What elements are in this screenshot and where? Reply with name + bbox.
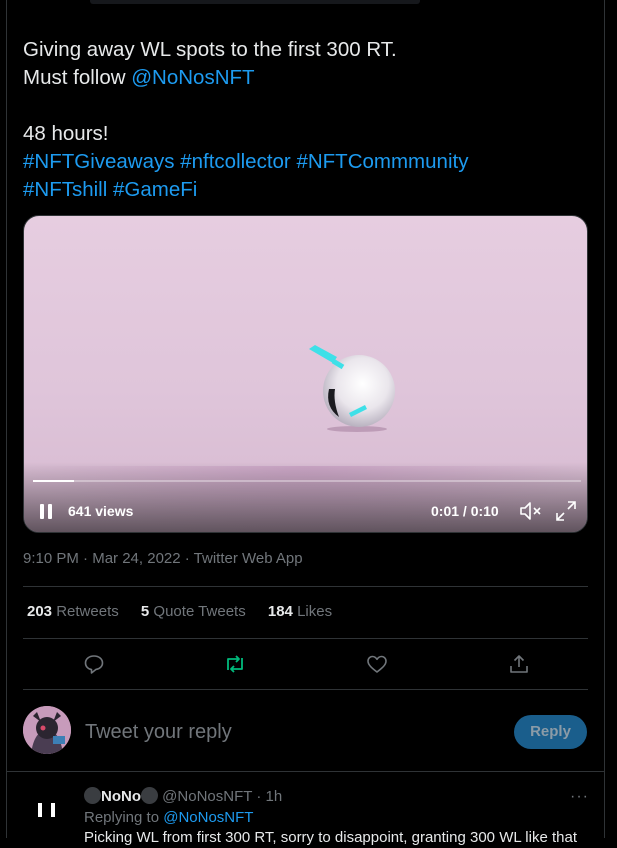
tweet-meta: 9:10 PM · Mar 24, 2022 · Twitter Web App bbox=[23, 550, 303, 567]
reply-button[interactable]: Reply bbox=[514, 715, 587, 749]
likes-stat[interactable]: 184 Likes bbox=[268, 603, 332, 620]
reply-text: Picking WL from first 300 RT, sorry to d… bbox=[84, 829, 577, 846]
tweet-line-1: Giving away WL spots to the first 300 RT… bbox=[23, 38, 397, 61]
reply-author: NoNo @NoNosNFT · 1h bbox=[84, 787, 282, 807]
video-time: 0:01 / 0:10 bbox=[431, 503, 499, 519]
likes-count: 184 bbox=[267, 603, 293, 620]
video-progress-fill bbox=[33, 480, 75, 482]
quotes-label: Quote Tweets bbox=[153, 603, 246, 620]
like-icon[interactable] bbox=[365, 652, 389, 676]
column-left-border bbox=[6, 0, 7, 838]
retweet-icon[interactable] bbox=[223, 652, 247, 676]
hashtag-link[interactable]: #GameFi bbox=[113, 178, 197, 201]
retweets-stat[interactable]: 203 Retweets bbox=[27, 603, 119, 620]
hashtag-link[interactable]: #NFTCommmunity bbox=[296, 150, 468, 173]
pause-icon[interactable] bbox=[38, 501, 54, 521]
column-right-border bbox=[604, 0, 605, 838]
tweet-time[interactable]: 9:10 PM bbox=[23, 550, 79, 567]
divider bbox=[23, 638, 588, 639]
avatar-image bbox=[23, 706, 71, 754]
replying-to: Replying to @NoNosNFT bbox=[84, 808, 253, 828]
reply-author-handle[interactable]: @NoNosNFT bbox=[162, 788, 252, 805]
video-progress-bar[interactable] bbox=[33, 480, 581, 482]
divider bbox=[23, 689, 588, 690]
replying-prefix: Replying to bbox=[84, 809, 164, 826]
tweet-source[interactable]: Twitter Web App bbox=[194, 550, 303, 567]
hashtag-link[interactable]: #nftcollector bbox=[180, 150, 291, 173]
reply-input[interactable]: Tweet your reply bbox=[85, 718, 485, 746]
video-views: 641 views bbox=[68, 503, 134, 519]
controls-shade bbox=[24, 462, 587, 532]
tweet-line-3: 48 hours! bbox=[23, 122, 109, 145]
quote-tweets-stat[interactable]: 5 Quote Tweets bbox=[141, 603, 246, 620]
video-player[interactable]: 641 views 0:01 / 0:10 bbox=[23, 215, 588, 533]
reply-icon[interactable] bbox=[82, 652, 106, 676]
tweet-text: Giving away WL spots to the first 300 RT… bbox=[23, 36, 583, 204]
circle-emoji-icon bbox=[84, 787, 101, 804]
reply-author-name[interactable]: NoNo bbox=[101, 788, 141, 805]
replying-mention[interactable]: @NoNosNFT bbox=[163, 809, 253, 826]
hashtag-link[interactable]: #NFTGiveaways bbox=[23, 150, 175, 173]
previous-content-edge bbox=[90, 0, 420, 4]
hashtag-row-1: #NFTGiveaways #nftcollector #NFTCommmuni… bbox=[23, 148, 583, 176]
more-icon[interactable]: ··· bbox=[570, 788, 589, 806]
likes-label: Likes bbox=[297, 603, 333, 620]
reply-age: · 1h bbox=[256, 788, 283, 805]
helmet-orb-image bbox=[309, 345, 395, 432]
circle-emoji-icon bbox=[141, 787, 158, 804]
retweets-label: Retweets bbox=[56, 603, 119, 620]
tweet-stats: 203 Retweets 5 Quote Tweets 184 Likes bbox=[27, 603, 350, 620]
tweet-follow-text: Must follow bbox=[23, 66, 132, 89]
share-icon[interactable] bbox=[507, 652, 531, 676]
retweets-count: 203 bbox=[27, 603, 53, 620]
divider bbox=[23, 586, 588, 587]
fullscreen-icon[interactable] bbox=[555, 500, 577, 522]
divider bbox=[6, 771, 605, 772]
hashtag-link[interactable]: #NFTshill bbox=[23, 178, 107, 201]
muted-speaker-icon[interactable] bbox=[519, 500, 543, 522]
avatar[interactable] bbox=[23, 706, 71, 754]
tweet-date[interactable]: Mar 24, 2022 bbox=[92, 550, 180, 567]
mention-link[interactable]: @NoNosNFT bbox=[131, 66, 254, 89]
reply-avatar[interactable] bbox=[23, 786, 71, 834]
hashtag-row-2: #NFTshill #GameFi bbox=[23, 176, 583, 204]
tweet-line-2: Must follow @NoNosNFT bbox=[23, 64, 583, 92]
quotes-count: 5 bbox=[140, 603, 150, 620]
